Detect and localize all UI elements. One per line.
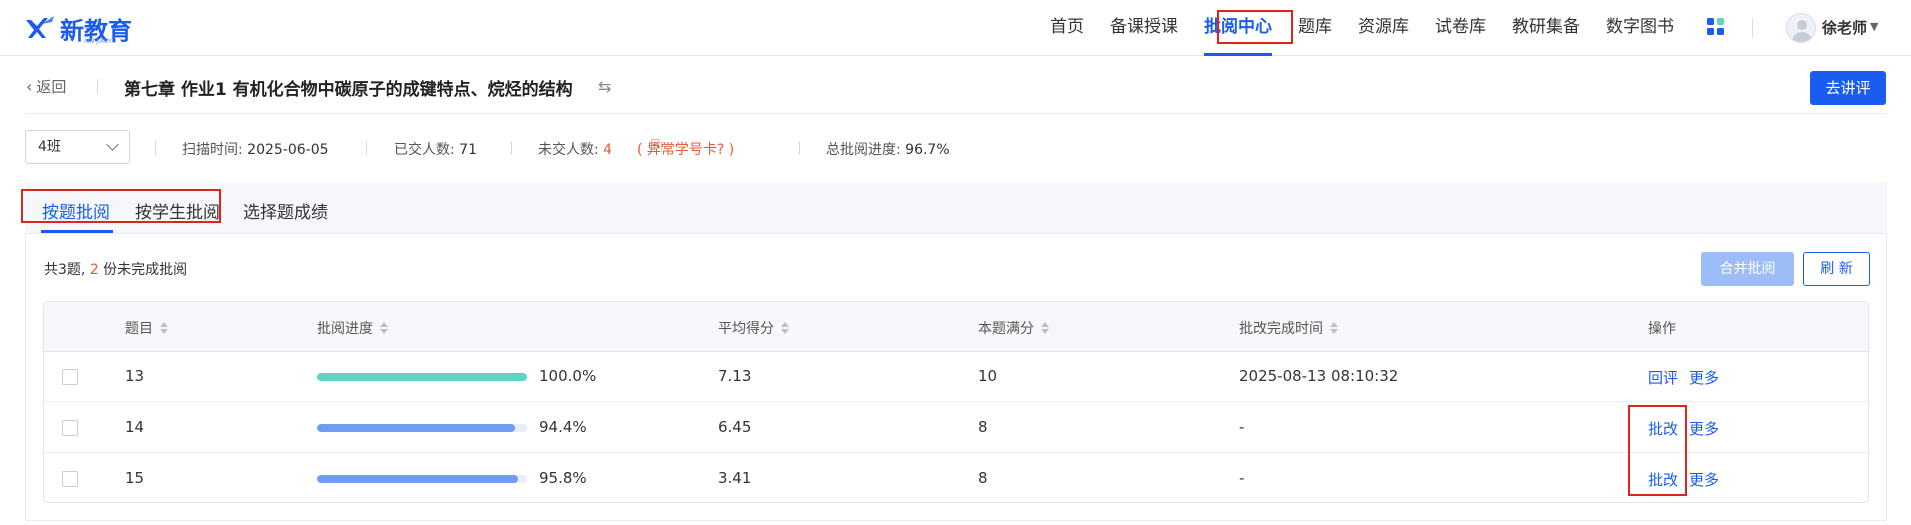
go-review-button[interactable]: 去讲评 xyxy=(1810,71,1886,105)
scan-time: 扫描时间: 2025-06-05 xyxy=(182,142,329,158)
nav-item-home[interactable]: 首页 xyxy=(1050,0,1084,56)
summary-text: 共3题, 2 份未完成批阅 xyxy=(44,262,188,278)
info-divider xyxy=(511,141,512,155)
user-name[interactable]: 徐老师 xyxy=(1822,17,1867,38)
grade-link[interactable]: 批改 xyxy=(1648,418,1678,439)
finish-time: 2025-08-13 08:10:32 xyxy=(1239,367,1399,385)
merge-grading-button[interactable]: 合并批阅 xyxy=(1701,252,1794,286)
nav-divider xyxy=(1752,18,1753,38)
review-link[interactable]: 回评 xyxy=(1648,367,1678,388)
table-header: 题目 批阅进度 平均得分 本题满分 批改完成时间 操作 xyxy=(44,302,1868,352)
full-score: 10 xyxy=(978,367,998,385)
tab-by-question[interactable]: 按题批阅 xyxy=(42,198,110,223)
nav-item-paper-library[interactable]: 试卷库 xyxy=(1435,0,1486,56)
chevron-left-icon: ‹ xyxy=(26,77,33,96)
sort-icon xyxy=(1330,322,1338,334)
row-checkbox[interactable] xyxy=(62,420,78,436)
table-row: 15 95.8% 3.41 8 - 批改 更多 xyxy=(44,454,1868,502)
col-full-score[interactable]: 本题满分 xyxy=(978,318,1049,338)
table-row: 14 94.4% 6.45 8 - 批改 更多 xyxy=(44,403,1868,453)
nav-item-question-bank[interactable]: 题库 xyxy=(1298,0,1332,56)
question-number: 14 xyxy=(125,418,145,436)
progress-bar-fill xyxy=(317,475,519,483)
main-nav: 首页 备课授课 批阅中心 题库 资源库 试卷库 教研集备 数字图书 xyxy=(1050,0,1700,56)
info-divider xyxy=(799,141,800,155)
nav-item-lesson-prep[interactable]: 备课授课 xyxy=(1110,0,1178,56)
apps-grid-icon[interactable] xyxy=(1707,18,1725,36)
header-divider xyxy=(97,79,98,94)
finish-time: - xyxy=(1239,469,1245,487)
logo-icon xyxy=(26,16,54,38)
brand-subtitle: XIN JIAOYU xyxy=(84,38,117,45)
chevron-down-icon xyxy=(106,138,119,151)
back-button[interactable]: ‹ 返回 xyxy=(26,76,66,97)
progress-text: 100.0% xyxy=(539,367,597,385)
progress-bar xyxy=(317,424,527,432)
grade-link[interactable]: 批改 xyxy=(1648,469,1678,490)
question-table: 题目 批阅进度 平均得分 本题满分 批改完成时间 操作 13 100.0% 7.… xyxy=(43,301,1869,503)
row-checkbox[interactable] xyxy=(62,471,78,487)
progress-bar xyxy=(317,475,527,483)
nav-active-indicator xyxy=(1204,53,1272,56)
progress-text: 94.4% xyxy=(539,418,587,436)
full-score: 8 xyxy=(978,418,988,436)
sort-icon xyxy=(380,322,388,334)
more-link[interactable]: 更多 xyxy=(1689,418,1719,439)
full-score: 8 xyxy=(978,469,988,487)
nav-item-research[interactable]: 教研集备 xyxy=(1512,0,1580,56)
progress-text: 95.8% xyxy=(539,469,587,487)
nav-item-resource-library[interactable]: 资源库 xyxy=(1358,0,1409,56)
abnormal-card-icon: ⎘ xyxy=(651,138,663,154)
col-finish-time[interactable]: 批改完成时间 xyxy=(1239,318,1338,338)
progress-bar-fill xyxy=(317,424,516,432)
col-question[interactable]: 题目 xyxy=(125,318,168,338)
info-divider xyxy=(366,141,367,155)
header-separator xyxy=(25,113,1887,114)
unsubmitted-count: 未交人数: 4 xyxy=(538,142,613,158)
info-divider xyxy=(155,141,156,155)
submitted-count: 已交人数: 71 xyxy=(394,142,477,158)
tab-active-indicator xyxy=(41,230,113,233)
sort-icon xyxy=(1041,322,1049,334)
chevron-down-icon[interactable]: ▼ xyxy=(1870,20,1878,33)
table-row: 13 100.0% 7.13 10 2025-08-13 08:10:32 回评… xyxy=(44,352,1868,402)
row-checkbox[interactable] xyxy=(62,369,78,385)
col-actions: 操作 xyxy=(1648,321,1676,337)
tab-by-student[interactable]: 按学生批阅 xyxy=(135,198,220,223)
col-avg-score[interactable]: 平均得分 xyxy=(718,318,789,338)
more-link[interactable]: 更多 xyxy=(1689,469,1719,490)
col-progress[interactable]: 批阅进度 xyxy=(317,318,388,338)
abnormal-id-link[interactable]: ⎘ ( 异常学号卡? ) xyxy=(637,138,734,159)
finish-time: - xyxy=(1239,418,1245,436)
avatar-icon[interactable] xyxy=(1786,13,1816,43)
nav-item-grading-center[interactable]: 批阅中心 xyxy=(1204,0,1272,56)
question-number: 15 xyxy=(125,469,145,487)
page-title: 第七章 作业1 有机化合物中碳原子的成键特点、烷烃的结构 xyxy=(124,80,573,100)
progress-bar-fill xyxy=(317,373,527,381)
sort-icon xyxy=(781,322,789,334)
top-navbar: 新教育 XIN JIAOYU 首页 备课授课 批阅中心 题库 资源库 试卷库 教… xyxy=(0,0,1911,56)
refresh-button[interactable]: 刷 新 xyxy=(1803,252,1870,286)
class-select[interactable]: 4班 xyxy=(25,130,130,164)
brand-logo[interactable]: 新教育 XIN JIAOYU xyxy=(24,10,132,46)
nav-item-digital-books[interactable]: 数字图书 xyxy=(1606,0,1674,56)
avg-score: 6.45 xyxy=(718,418,752,436)
avg-score: 7.13 xyxy=(718,367,752,385)
more-link[interactable]: 更多 xyxy=(1689,367,1719,388)
total-progress: 总批阅进度: 96.7% xyxy=(826,142,950,158)
avg-score: 3.41 xyxy=(718,469,752,487)
tab-bar: 按题批阅 按学生批阅 选择题成绩 xyxy=(25,182,1887,234)
progress-bar xyxy=(317,373,527,381)
swap-icon[interactable]: ⇆ xyxy=(598,77,611,96)
tab-choice-scores[interactable]: 选择题成绩 xyxy=(243,198,328,223)
question-number: 13 xyxy=(125,367,145,385)
sort-icon xyxy=(160,322,168,334)
